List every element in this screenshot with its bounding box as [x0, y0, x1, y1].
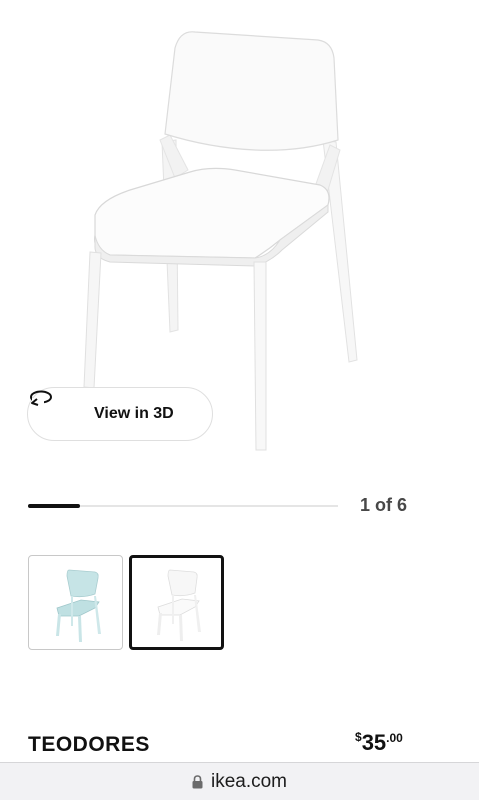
thumbnail-blue-chair[interactable]	[28, 555, 123, 650]
product-image[interactable]: View in 3D	[0, 0, 479, 470]
view-in-3d-button[interactable]: View in 3D	[27, 387, 213, 441]
rotate-3d-icon	[30, 390, 80, 424]
product-price: $35.00	[355, 730, 403, 756]
product-name: TEODORES	[28, 733, 150, 756]
image-counter: 1 of 6	[360, 495, 408, 515]
price-decimal: .00	[386, 731, 403, 745]
gallery-progress-fill	[28, 504, 80, 508]
price-integer: 35	[361, 730, 387, 755]
browser-url-bar[interactable]: ikea.com	[0, 762, 479, 800]
price-currency: $	[355, 730, 362, 744]
blue-chair-image	[56, 569, 101, 642]
white-chair-image	[157, 569, 201, 641]
view-in-3d-label: View in 3D	[94, 405, 174, 422]
lock-icon	[192, 774, 203, 789]
thumbnail-white-chair[interactable]	[129, 555, 224, 650]
gallery-progress-bar	[28, 504, 338, 508]
url-text: ikea.com	[210, 770, 288, 792]
